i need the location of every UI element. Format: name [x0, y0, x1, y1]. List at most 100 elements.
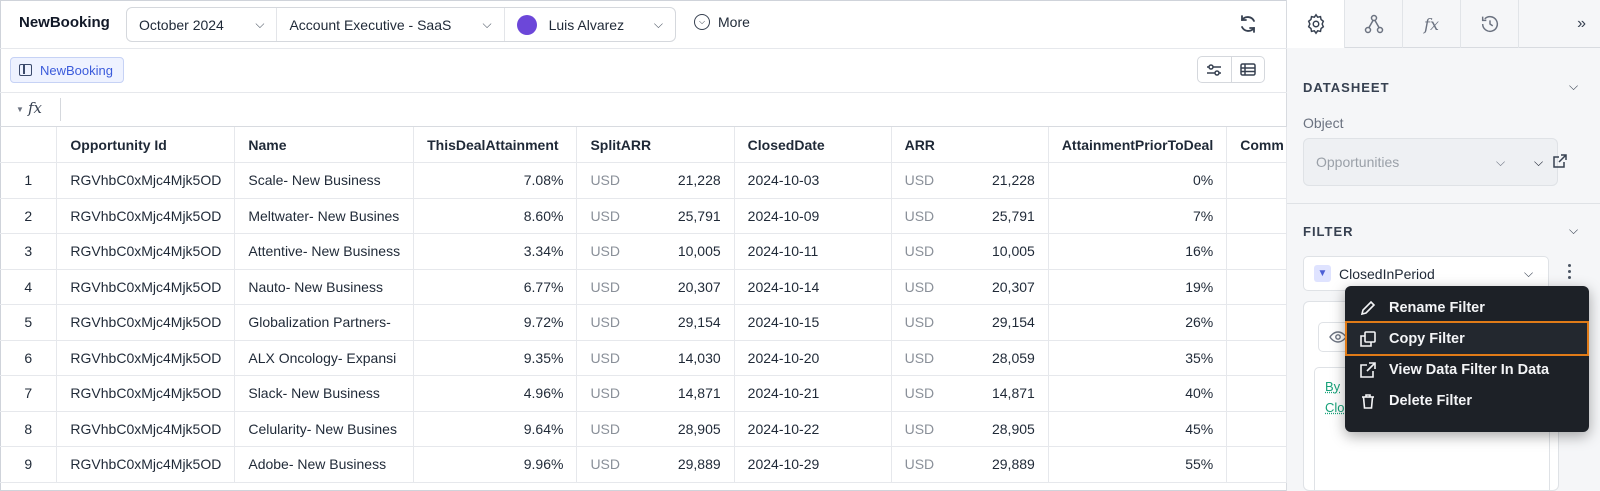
row-number[interactable]: 2	[0, 198, 57, 234]
cell-split-arr[interactable]: USD 14,871	[577, 376, 734, 412]
table-row[interactable]: 7 RGVhbC0xMjc4Mjk5OD Slack- New Business 4.…	[0, 376, 1287, 412]
cell-comm[interactable]	[1227, 411, 1287, 447]
cell-arr[interactable]: USD 29,889	[891, 447, 1048, 483]
cell-opportunity-id[interactable]: RGVhbC0xMjc4Mjk5OD	[57, 447, 235, 483]
table-row[interactable]: 4 RGVhbC0xMjc4Mjk5OD Nauto- New Business 6.…	[0, 269, 1287, 305]
cell-split-arr[interactable]: USD 29,889	[577, 447, 734, 483]
menu-item-view-data-filter[interactable]: View Data Filter In Data	[1345, 354, 1589, 385]
row-number[interactable]: 3	[0, 234, 57, 270]
cell-closed-date[interactable]: 2024-10-14	[734, 269, 891, 305]
cell-arr[interactable]: USD 20,307	[891, 269, 1048, 305]
cell-opportunity-id[interactable]: RGVhbC0xMjc4Mjk5OD	[57, 411, 235, 447]
cell-opportunity-id[interactable]: RGVhbC0xMjc4Mjk5OD	[57, 198, 235, 234]
cell-comm[interactable]	[1227, 376, 1287, 412]
cell-opportunity-id[interactable]: RGVhbC0xMjc4Mjk5OD	[57, 376, 235, 412]
column-header[interactable]: Opportunity Id	[57, 127, 235, 163]
cell-closed-date[interactable]: 2024-10-15	[734, 305, 891, 341]
cell-split-arr[interactable]: USD 10,005	[577, 234, 734, 270]
cell-comm[interactable]	[1227, 305, 1287, 341]
cell-closed-date[interactable]: 2024-10-22	[734, 411, 891, 447]
cell-comm[interactable]	[1227, 269, 1287, 305]
user-select[interactable]: Luis Alvarez ⌵	[504, 8, 675, 41]
caret-down-icon[interactable]: ▼	[16, 105, 24, 114]
cell-name[interactable]: Attentive- New Business	[235, 234, 414, 270]
row-number[interactable]: 6	[0, 340, 57, 376]
table-row[interactable]: 9 RGVhbC0xMjc4Mjk5OD Adobe- New Business 9.…	[0, 447, 1287, 483]
period-select[interactable]: October 2024 ⌵	[127, 8, 276, 41]
column-header[interactable]: SplitARR	[577, 127, 734, 163]
column-header[interactable]: AttainmentPriorToDeal	[1048, 127, 1226, 163]
plan-select[interactable]: Account Executive - SaaS ⌵	[276, 8, 503, 41]
table-view-icon[interactable]	[1231, 57, 1265, 82]
cell-opportunity-id[interactable]: RGVhbC0xMjc4Mjk5OD	[57, 163, 235, 199]
cell-name[interactable]: Slack- New Business	[235, 376, 414, 412]
column-header[interactable]: ThisDealAttainment	[414, 127, 577, 163]
refresh-icon[interactable]	[1236, 12, 1260, 36]
row-number[interactable]: 8	[0, 411, 57, 447]
cell-this-deal-attainment[interactable]: 3.34%	[414, 234, 577, 270]
cell-comm[interactable]	[1227, 163, 1287, 199]
cell-arr[interactable]: USD 28,059	[891, 340, 1048, 376]
cell-name[interactable]: Celularity- New Busines	[235, 411, 414, 447]
cell-comm[interactable]	[1227, 234, 1287, 270]
cell-this-deal-attainment[interactable]: 7.08%	[414, 163, 577, 199]
menu-item-copy-filter[interactable]: Copy Filter	[1347, 323, 1587, 354]
row-number[interactable]: 9	[0, 447, 57, 483]
cell-closed-date[interactable]: 2024-10-20	[734, 340, 891, 376]
cell-this-deal-attainment[interactable]: 6.77%	[414, 269, 577, 305]
cell-this-deal-attainment[interactable]: 9.96%	[414, 447, 577, 483]
cell-split-arr[interactable]: USD 29,154	[577, 305, 734, 341]
cell-name[interactable]: Adobe- New Business	[235, 447, 414, 483]
cell-arr[interactable]: USD 29,154	[891, 305, 1048, 341]
cell-comm[interactable]	[1227, 198, 1287, 234]
cell-arr[interactable]: USD 28,905	[891, 411, 1048, 447]
chevron-down-icon[interactable]: ⌵	[1534, 155, 1543, 170]
cell-this-deal-attainment[interactable]: 9.72%	[414, 305, 577, 341]
history-icon[interactable]	[1461, 0, 1519, 48]
cell-closed-date[interactable]: 2024-10-29	[734, 447, 891, 483]
cell-attainment-prior[interactable]: 0%	[1048, 163, 1226, 199]
cell-split-arr[interactable]: USD 21,228	[577, 163, 734, 199]
cell-closed-date[interactable]: 2024-10-21	[734, 376, 891, 412]
cell-closed-date[interactable]: 2024-10-11	[734, 234, 891, 270]
cell-opportunity-id[interactable]: RGVhbC0xMjc4Mjk5OD	[57, 305, 235, 341]
row-number[interactable]: 7	[0, 376, 57, 412]
more-button[interactable]: ⌵ More	[694, 14, 750, 30]
cell-attainment-prior[interactable]: 7%	[1048, 198, 1226, 234]
menu-item-rename-filter[interactable]: Rename Filter	[1345, 292, 1589, 323]
cell-attainment-prior[interactable]: 55%	[1048, 447, 1226, 483]
gear-icon[interactable]	[1287, 0, 1345, 48]
cell-split-arr[interactable]: USD 25,791	[577, 198, 734, 234]
external-link-icon[interactable]	[1553, 154, 1567, 171]
cell-attainment-prior[interactable]: 16%	[1048, 234, 1226, 270]
cell-arr[interactable]: USD 10,005	[891, 234, 1048, 270]
table-row[interactable]: 6 RGVhbC0xMjc4Mjk5OD ALX Oncology- Expansi…	[0, 340, 1287, 376]
cell-this-deal-attainment[interactable]: 8.60%	[414, 198, 577, 234]
table-row[interactable]: 1 RGVhbC0xMjc4Mjk5OD Scale- New Business 7.…	[0, 163, 1287, 199]
cell-arr[interactable]: USD 25,791	[891, 198, 1048, 234]
cell-opportunity-id[interactable]: RGVhbC0xMjc4Mjk5OD	[57, 269, 235, 305]
cell-comm[interactable]	[1227, 447, 1287, 483]
table-row[interactable]: 8 RGVhbC0xMjc4Mjk5OD Celularity- New Busin…	[0, 411, 1287, 447]
cell-name[interactable]: Nauto- New Business	[235, 269, 414, 305]
cell-name[interactable]: ALX Oncology- Expansi	[235, 340, 414, 376]
cell-attainment-prior[interactable]: 26%	[1048, 305, 1226, 341]
cell-opportunity-id[interactable]: RGVhbC0xMjc4Mjk5OD	[57, 340, 235, 376]
sheet-tab-newbooking[interactable]: NewBooking	[10, 57, 124, 83]
cell-attainment-prior[interactable]: 35%	[1048, 340, 1226, 376]
cell-attainment-prior[interactable]: 40%	[1048, 376, 1226, 412]
more-options-icon[interactable]	[1568, 264, 1572, 282]
cell-arr[interactable]: USD 14,871	[891, 376, 1048, 412]
cell-name[interactable]: Scale- New Business	[235, 163, 414, 199]
chevron-down-icon[interactable]: ⌵	[1569, 223, 1578, 238]
collapse-panel-icon[interactable]: »	[1519, 0, 1600, 48]
cell-split-arr[interactable]: USD 14,030	[577, 340, 734, 376]
column-header[interactable]: Name	[235, 127, 414, 163]
row-number[interactable]: 4	[0, 269, 57, 305]
cell-this-deal-attainment[interactable]: 9.35%	[414, 340, 577, 376]
cell-closed-date[interactable]: 2024-10-03	[734, 163, 891, 199]
chevron-down-icon[interactable]: ⌵	[1569, 79, 1578, 94]
settings-sliders-icon[interactable]	[1198, 57, 1231, 82]
table-row[interactable]: 5 RGVhbC0xMjc4Mjk5OD Globalization Partner…	[0, 305, 1287, 341]
cell-this-deal-attainment[interactable]: 9.64%	[414, 411, 577, 447]
